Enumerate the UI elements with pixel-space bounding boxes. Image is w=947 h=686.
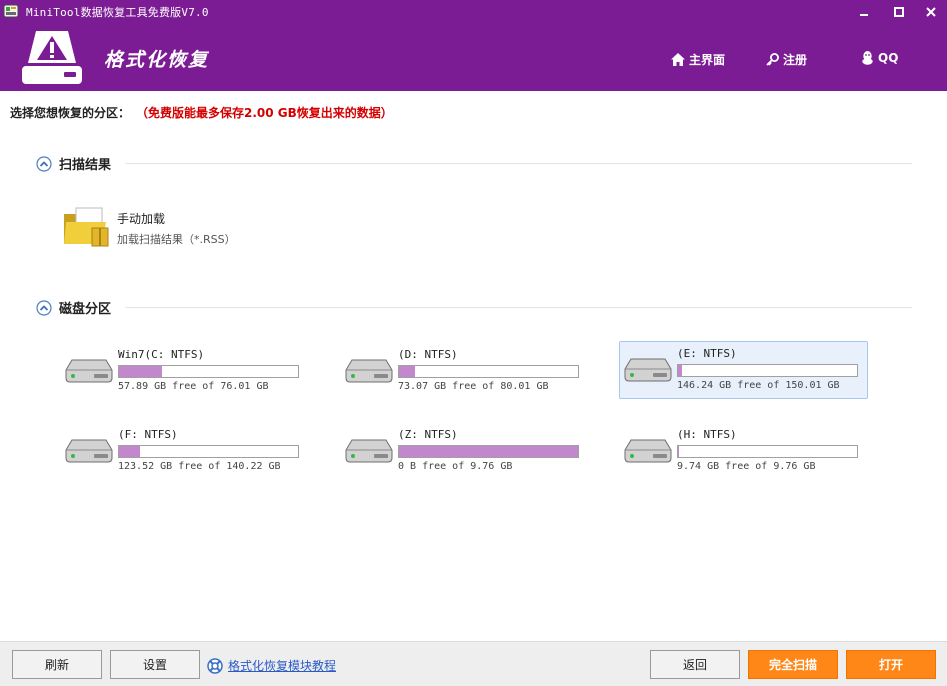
register-nav-label: 注册 <box>783 53 808 67</box>
free-edition-note: （免费版能最多保存2.00 GB恢复出来的数据） <box>142 106 393 120</box>
partitions-section-header: 磁盘分区 <box>36 298 912 317</box>
register-nav-button[interactable]: 注册 <box>766 51 807 68</box>
window-title: MiniTool数据恢复工具免费版V7.0 <box>26 6 209 19</box>
hard-drive-icon <box>624 358 672 382</box>
qq-penguin-icon <box>862 51 873 65</box>
back-button[interactable]: 返回 <box>650 650 740 679</box>
maximize-icon <box>894 7 904 17</box>
usage-bar <box>118 445 299 458</box>
lifebuoy-help-icon <box>207 657 223 674</box>
home-icon <box>671 53 685 66</box>
maximize-button[interactable] <box>889 3 909 21</box>
module-title: 格式化恢复 <box>104 49 210 71</box>
qq-nav-label: QQ <box>878 51 899 65</box>
manual-load-item[interactable]: 手动加载 加载扫描结果（*.RSS） <box>60 202 260 250</box>
partition-prompt: 选择您想恢复的分区： （免费版能最多保存2.00 GB恢复出来的数据） <box>10 104 393 121</box>
usage-bar <box>677 445 858 458</box>
partition-name: (F: NTFS) <box>118 428 178 441</box>
warning-drive-icon <box>22 31 82 84</box>
close-icon <box>926 7 936 17</box>
collapse-chevron-up-icon[interactable] <box>36 299 52 316</box>
partition-name: (H: NTFS) <box>677 428 737 441</box>
free-space-text: 123.52 GB free of 140.22 GB <box>118 461 281 472</box>
key-icon <box>766 53 779 66</box>
partition-tile-z[interactable]: (Z: NTFS) 0 B free of 9.76 GB <box>340 422 589 480</box>
partition-tile-c[interactable]: Win7(C: NTFS) 57.89 GB free of 76.01 GB <box>60 342 309 400</box>
partitions-heading: 磁盘分区 <box>59 302 112 317</box>
folder-icon <box>64 207 109 247</box>
full-scan-button[interactable]: 完全扫描 <box>748 650 838 679</box>
manual-load-subtitle: 加载扫描结果（*.RSS） <box>117 233 236 246</box>
hard-drive-icon <box>624 439 672 463</box>
minimize-icon <box>860 14 868 16</box>
title-bar: MiniTool数据恢复工具免费版V7.0 <box>0 0 947 24</box>
open-button[interactable]: 打开 <box>846 650 936 679</box>
partition-name: (E: NTFS) <box>677 347 737 360</box>
free-space-text: 9.74 GB free of 9.76 GB <box>677 461 816 472</box>
qq-nav-button[interactable]: QQ <box>861 51 898 65</box>
partition-tile-f[interactable]: (F: NTFS) 123.52 GB free of 140.22 GB <box>60 422 309 480</box>
usage-bar <box>398 445 579 458</box>
manual-load-title: 手动加载 <box>117 212 166 226</box>
partition-tile-d[interactable]: (D: NTFS) 73.07 GB free of 80.01 GB <box>340 342 589 400</box>
collapse-chevron-up-icon[interactable] <box>36 155 52 172</box>
free-space-text: 146.24 GB free of 150.01 GB <box>677 380 840 391</box>
tutorial-link[interactable]: 格式化恢复模块教程 <box>207 657 336 674</box>
free-space-text: 73.07 GB free of 80.01 GB <box>398 381 549 392</box>
free-space-text: 57.89 GB free of 76.01 GB <box>118 381 269 392</box>
partition-prompt-label: 选择您想恢复的分区： <box>10 106 131 120</box>
partition-name: (Z: NTFS) <box>398 428 458 441</box>
home-nav-button[interactable]: 主界面 <box>671 51 725 68</box>
home-nav-label: 主界面 <box>689 53 726 67</box>
settings-button[interactable]: 设置 <box>110 650 200 679</box>
section-divider <box>125 307 912 308</box>
usage-bar-fill <box>678 365 683 376</box>
usage-bar-fill <box>399 366 415 377</box>
close-button[interactable] <box>921 3 941 21</box>
scan-results-section-header: 扫描结果 <box>36 154 912 173</box>
footer-bar: 刷新 设置 格式化恢复模块教程 返回 完全扫描 打开 <box>0 641 947 686</box>
section-divider <box>125 163 912 164</box>
hard-drive-icon <box>345 359 393 383</box>
scan-results-heading: 扫描结果 <box>59 158 112 173</box>
usage-bar-fill <box>119 366 162 377</box>
tutorial-link-label: 格式化恢复模块教程 <box>228 659 337 673</box>
usage-bar <box>398 365 579 378</box>
free-space-text: 0 B free of 9.76 GB <box>398 461 513 472</box>
partition-tile-e[interactable]: (E: NTFS) 146.24 GB free of 150.01 GB <box>619 341 868 399</box>
usage-bar <box>677 364 858 377</box>
hard-drive-icon <box>65 359 113 383</box>
hard-drive-icon <box>65 439 113 463</box>
minimize-button[interactable] <box>854 3 874 21</box>
partition-name: Win7(C: NTFS) <box>118 348 205 361</box>
module-header: 格式化恢复 主界面 注册 QQ <box>0 24 947 91</box>
usage-bar <box>118 365 299 378</box>
usage-bar-fill <box>119 446 141 457</box>
partition-name: (D: NTFS) <box>398 348 458 361</box>
refresh-button[interactable]: 刷新 <box>12 650 102 679</box>
app-icon <box>3 4 19 18</box>
hard-drive-icon <box>345 439 393 463</box>
usage-bar-fill <box>399 446 578 457</box>
partition-tile-h[interactable]: (H: NTFS) 9.74 GB free of 9.76 GB <box>619 422 868 480</box>
